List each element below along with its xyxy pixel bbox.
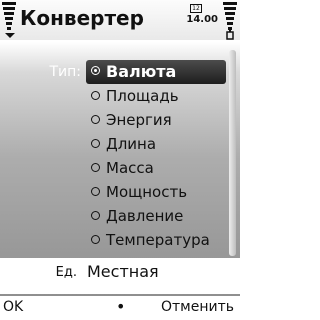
option-label: Длина (106, 135, 157, 153)
converter-screen: Конвертер 12 14.00 Тип: Валюта Площадь Э… (0, 0, 240, 320)
option-pressure[interactable]: Давление (86, 205, 226, 228)
option-label: Масса (106, 159, 154, 177)
scrollbar-thumb[interactable] (229, 50, 236, 256)
middle-softkey[interactable]: • (116, 297, 125, 316)
scrollbar[interactable] (229, 50, 236, 256)
unit-value[interactable]: Местная (87, 262, 159, 281)
option-label: Давление (106, 207, 184, 225)
battery-level-icon (223, 2, 237, 40)
radio-icon (91, 163, 100, 172)
option-label: Площадь (106, 87, 179, 105)
type-label: Тип: (49, 64, 81, 80)
option-label: Мощность (106, 183, 188, 201)
option-area[interactable]: Площадь (86, 85, 226, 108)
status-area: 12 14.00 (178, 4, 218, 34)
option-length[interactable]: Длина (86, 133, 226, 156)
cancel-softkey[interactable]: Отменить (161, 299, 234, 315)
option-currency[interactable]: Валюта (86, 60, 226, 84)
signal-strength-icon (2, 2, 16, 38)
title-bar: Конвертер 12 14.00 (0, 0, 240, 40)
radio-icon (91, 235, 100, 244)
option-label: Температура (106, 231, 210, 249)
battery-indicator-icon: 12 (190, 4, 202, 13)
option-energy[interactable]: Энергия (86, 109, 226, 132)
option-power[interactable]: Мощность (86, 181, 226, 204)
radio-selected-icon (91, 66, 100, 75)
option-label: Валюта (106, 62, 177, 81)
softkey-bar: OK • Отменить (0, 296, 240, 320)
radio-icon (91, 187, 100, 196)
radio-icon (91, 139, 100, 148)
radio-icon (91, 115, 100, 124)
app-title: Конвертер (20, 6, 144, 30)
radio-icon (91, 91, 100, 100)
option-label: Энергия (106, 111, 172, 129)
ok-softkey[interactable]: OK (3, 299, 23, 315)
unit-label: Ед. (55, 265, 77, 280)
option-mass[interactable]: Масса (86, 157, 226, 180)
clock: 14.00 (186, 14, 218, 25)
option-temperature[interactable]: Температура (86, 229, 226, 252)
radio-icon (91, 211, 100, 220)
